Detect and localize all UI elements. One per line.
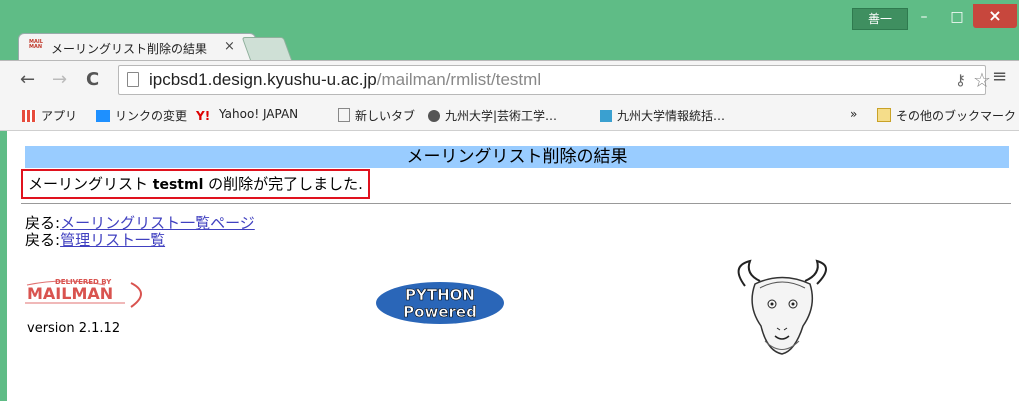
mailman-logo-graphic: DELIVERED BY MAILMAN bbox=[25, 278, 142, 308]
url-path: /mailman/rmlist/testml bbox=[376, 70, 542, 89]
back-label: 戻る: bbox=[25, 231, 61, 249]
tab-close-icon[interactable]: × bbox=[224, 39, 235, 54]
list-name: testml bbox=[152, 177, 204, 193]
python-line1: PYTHON bbox=[405, 286, 475, 304]
message-suffix: の削除が完了しました. bbox=[203, 175, 363, 193]
folder-icon bbox=[877, 108, 891, 122]
key-icon[interactable]: ⚷ bbox=[955, 71, 966, 89]
back-row-2: 戻る:管理リスト一覧 bbox=[25, 232, 165, 249]
tab-title: メーリングリスト削除の結果 bbox=[51, 42, 208, 56]
bookmark-item1-label: リンクの変更 bbox=[115, 109, 188, 123]
list-overview-link[interactable]: メーリングリスト一覧ページ bbox=[60, 214, 255, 232]
gnu-head-icon bbox=[737, 259, 827, 355]
maximize-button[interactable]: □ bbox=[943, 6, 971, 28]
python-powered-logo[interactable]: PYTHON Powered bbox=[375, 281, 505, 325]
bookmark-star-icon[interactable]: ☆ bbox=[973, 68, 991, 92]
windows-icon bbox=[96, 110, 110, 122]
tab-active[interactable]: MAIL MAN メーリングリスト削除の結果 × bbox=[18, 33, 256, 61]
bookmark-apps-label: アプリ bbox=[41, 109, 78, 123]
version-text: version 2.1.12 bbox=[27, 321, 121, 336]
close-window-button[interactable]: × bbox=[973, 4, 1017, 28]
address-bar[interactable]: ipcbsd1.design.kyushu-u.ac.jp/mailman/rm… bbox=[118, 65, 991, 95]
bookmarks-bar: アプリ リンクの変更 Y! Yahoo! JAPAN 新しいタブ 九州大学|芸術工… bbox=[0, 100, 1019, 131]
python-logo-graphic: PYTHON Powered bbox=[376, 282, 504, 324]
admin-list-link[interactable]: 管理リスト一覧 bbox=[60, 231, 165, 249]
gnu-head-logo[interactable] bbox=[725, 256, 840, 361]
page-icon bbox=[338, 108, 350, 122]
message-prefix: メーリングリスト bbox=[28, 175, 153, 193]
bookmark-item3-label: 新しいタブ bbox=[355, 109, 416, 123]
browser-window: 善一 – □ × MAIL MAN メーリングリスト削除の結果 × ← → C … bbox=[0, 0, 1019, 401]
back-row-1: 戻る:メーリングリスト一覧ページ bbox=[25, 215, 255, 232]
globe-icon bbox=[428, 110, 440, 122]
bookmark-item4[interactable]: 九州大学|芸術工学… bbox=[428, 107, 557, 124]
page-title: メーリングリスト削除の結果 bbox=[25, 146, 1009, 168]
mailman-wordmark: MAILMAN bbox=[27, 284, 113, 303]
bookmark-item2[interactable]: Y! Yahoo! JAPAN bbox=[196, 107, 299, 123]
title-bar: 善一 – □ × MAIL MAN メーリングリスト削除の結果 × bbox=[0, 0, 1019, 61]
bookmark-apps[interactable]: アプリ bbox=[22, 107, 77, 124]
bookmark-other[interactable]: その他のブックマーク bbox=[877, 107, 1016, 124]
minimize-button[interactable]: – bbox=[910, 6, 938, 28]
bookmark-item4-label: 九州大学|芸術工学… bbox=[445, 109, 558, 123]
reload-icon[interactable]: C bbox=[86, 69, 99, 90]
profile-button[interactable]: 善一 bbox=[852, 8, 908, 30]
new-tab-button[interactable] bbox=[241, 37, 293, 61]
divider bbox=[21, 203, 1011, 204]
bookmark-item1[interactable]: リンクの変更 bbox=[96, 107, 187, 124]
page-content: メーリングリスト削除の結果 メーリングリスト testml の削除が完了しました… bbox=[7, 131, 1019, 401]
bookmark-item2-label: Yahoo! JAPAN bbox=[219, 107, 299, 121]
forward-arrow-icon[interactable]: → bbox=[52, 69, 67, 90]
page-icon bbox=[127, 72, 139, 87]
bookmark-other-label: その他のブックマーク bbox=[896, 109, 1017, 123]
bookmark-item5-label: 九州大学情報統括… bbox=[617, 109, 726, 123]
url-text: ipcbsd1.design.kyushu-u.ac.jp/mailman/rm… bbox=[149, 70, 541, 90]
python-line2: Powered bbox=[403, 303, 477, 321]
cube-icon bbox=[600, 110, 612, 122]
mailman-favicon-icon: MAIL MAN bbox=[29, 39, 43, 50]
result-message: メーリングリスト testml の削除が完了しました. bbox=[21, 169, 370, 199]
browser-toolbar: ← → C ipcbsd1.design.kyushu-u.ac.jp/mail… bbox=[0, 60, 1019, 101]
back-label: 戻る: bbox=[25, 214, 61, 232]
yahoo-icon: Y! bbox=[196, 109, 211, 123]
mailman-logo[interactable]: DELIVERED BY MAILMAN bbox=[25, 273, 155, 313]
bookmarks-overflow[interactable]: » bbox=[850, 107, 857, 121]
bookmark-item3[interactable]: 新しいタブ bbox=[338, 107, 415, 124]
back-arrow-icon[interactable]: ← bbox=[20, 69, 35, 90]
apps-grid-icon bbox=[22, 110, 36, 122]
menu-icon[interactable]: ≡ bbox=[992, 66, 1007, 87]
url-host: ipcbsd1.design.kyushu-u.ac.jp bbox=[149, 70, 377, 89]
bookmark-item5[interactable]: 九州大学情報統括… bbox=[600, 107, 725, 124]
